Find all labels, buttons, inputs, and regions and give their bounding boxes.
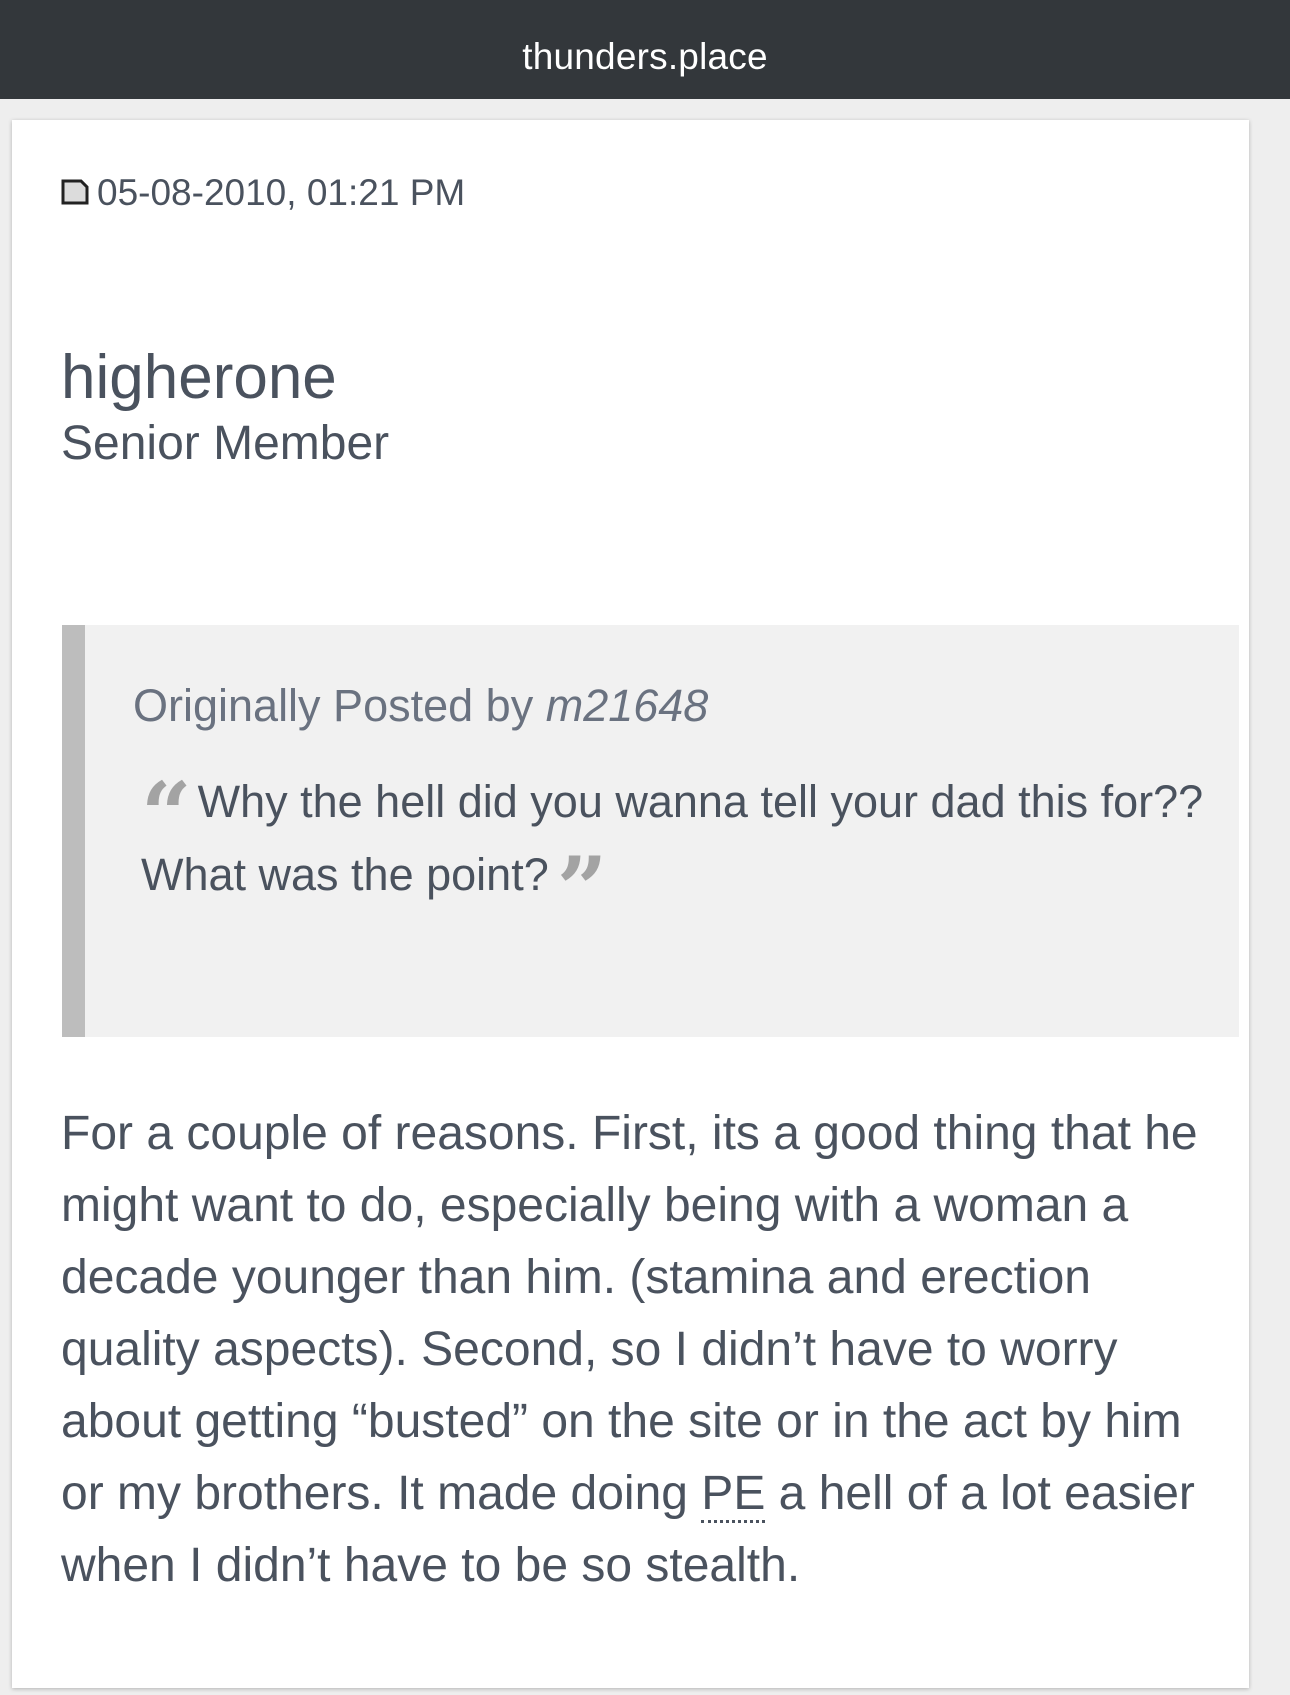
open-quote-icon: “ [141, 762, 192, 866]
quote-author-link[interactable]: m21648 [546, 680, 709, 731]
abbreviation-pe[interactable]: PE [701, 1467, 766, 1523]
post-page-icon [61, 179, 89, 205]
post-username[interactable]: higherone [61, 342, 337, 413]
site-title[interactable]: thunders.place [522, 22, 768, 78]
quote-attribution: Originally Posted by m21648 [133, 680, 708, 732]
post-body: For a couple of reasons. First, its a go… [61, 1098, 1231, 1602]
close-quote-icon: ” [556, 837, 608, 941]
post-datetime: 05-08-2010, 01:21 PM [97, 172, 466, 213]
quote-block: Originally Posted by m21648 “Why the hel… [62, 625, 1239, 1037]
quote-attribution-prefix: Originally Posted by [133, 680, 534, 731]
post-body-text-1: For a couple of reasons. First, its a go… [61, 1107, 1198, 1520]
user-title: Senior Member [61, 417, 390, 470]
post-meta: 05-08-2010, 01:21 PM [61, 172, 465, 214]
top-bar: thunders.place [0, 0, 1290, 99]
quote-text: Why the hell did you wanna tell your dad… [141, 776, 1204, 900]
post-card: 05-08-2010, 01:21 PM higherone Senior Me… [12, 120, 1249, 1688]
quote-text-container: “Why the hell did you wanna tell your da… [141, 762, 1221, 933]
